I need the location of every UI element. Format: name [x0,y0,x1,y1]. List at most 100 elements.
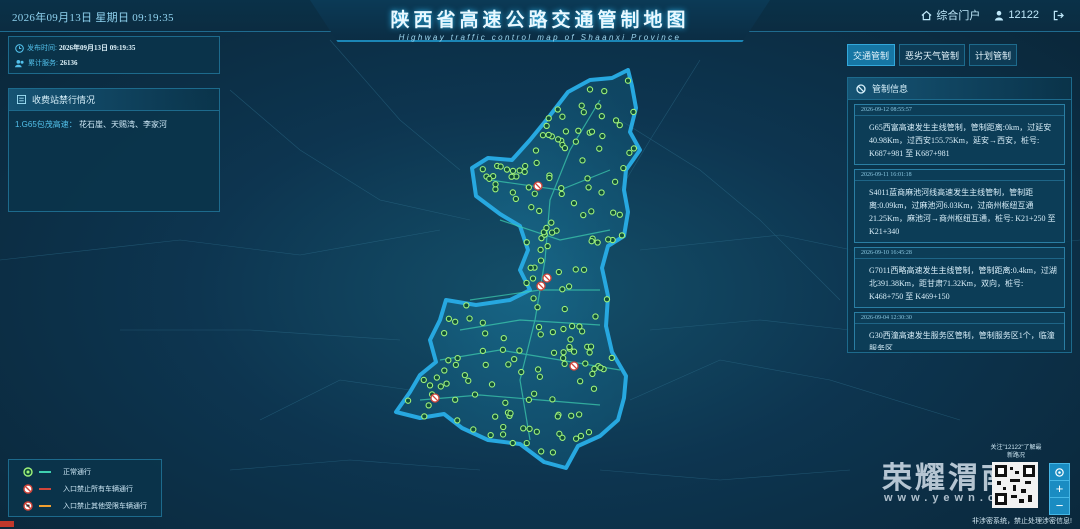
tab-traffic-control[interactable]: 交通管制 [847,44,896,66]
station-marker[interactable] [461,372,469,379]
station-marker[interactable] [624,77,632,84]
station-marker[interactable] [566,343,573,351]
station-marker[interactable] [618,232,626,239]
station-marker[interactable] [533,159,540,167]
station-marker[interactable] [584,175,591,182]
station-marker[interactable] [539,132,547,139]
station-marker[interactable] [559,286,566,293]
station-marker[interactable] [601,87,608,95]
station-marker[interactable] [463,302,470,309]
station-marker[interactable] [605,236,612,243]
station-marker[interactable] [488,381,496,388]
station-marker[interactable] [518,368,525,376]
station-marker[interactable] [503,166,511,173]
station-marker[interactable] [596,145,603,152]
station-marker[interactable] [543,224,550,232]
station-marker[interactable] [562,128,570,135]
station-marker[interactable] [528,204,535,211]
station-marker[interactable] [616,211,623,218]
station-marker[interactable] [572,435,580,442]
station-marker[interactable] [568,322,576,330]
station-marker[interactable] [598,113,605,120]
station-marker[interactable] [535,323,543,331]
logout-button[interactable] [1053,10,1068,21]
station-marker[interactable] [588,238,595,245]
station-marker[interactable] [626,149,633,156]
station-marker[interactable] [588,128,596,135]
station-marker[interactable] [548,219,555,226]
station-marker[interactable] [611,178,619,185]
station-marker[interactable] [471,391,479,398]
station-marker[interactable] [445,357,452,364]
station-marker[interactable] [531,190,538,197]
station-marker[interactable] [492,181,499,188]
station-marker[interactable] [608,354,615,362]
station-marker[interactable] [595,103,602,110]
station-marker[interactable] [500,423,507,431]
station-marker[interactable] [549,449,557,456]
station-marker[interactable] [534,366,542,373]
control-notice[interactable]: 2026-09-04 12:30:30 G30西潼高速发生服务区管制，管制服务区… [854,312,1065,350]
station-marker[interactable] [570,200,578,207]
tab-weather-control[interactable]: 恶劣天气管制 [899,44,966,66]
station-marker[interactable] [481,330,489,337]
station-marker[interactable] [590,385,598,392]
station-marker[interactable] [558,190,565,198]
station-marker[interactable] [580,211,587,219]
station-marker[interactable] [512,195,520,203]
banned-station-marker[interactable] [430,393,440,403]
banned-station-marker[interactable] [533,181,543,191]
station-marker[interactable] [492,413,499,420]
station-marker[interactable] [597,364,604,371]
station-marker[interactable] [588,208,595,215]
station-marker[interactable] [599,132,606,140]
station-marker[interactable] [559,354,567,362]
station-marker[interactable] [620,164,627,172]
station-marker[interactable] [530,390,538,397]
station-marker[interactable] [543,122,550,130]
station-marker[interactable] [549,328,557,336]
station-marker[interactable] [580,109,587,116]
station-marker[interactable] [580,266,588,273]
station-marker[interactable] [530,295,537,302]
station-marker[interactable] [582,360,589,367]
station-marker[interactable] [509,439,516,447]
station-marker[interactable] [487,431,494,439]
control-notice-list[interactable]: 2026-09-12 08:55:57 G65西富高速发生主线管制，管制距离:0… [848,100,1071,350]
station-marker[interactable] [550,349,558,356]
station-marker[interactable] [572,266,579,273]
banned-station-marker[interactable] [542,273,552,283]
station-marker[interactable] [575,411,583,418]
station-marker[interactable] [545,131,552,139]
station-marker[interactable] [561,144,569,152]
station-marker[interactable] [561,305,568,313]
station-marker[interactable] [466,315,473,322]
station-marker[interactable] [555,268,563,276]
station-marker[interactable] [587,343,595,350]
station-marker[interactable] [545,115,552,122]
station-marker[interactable] [508,173,515,180]
portal-link[interactable]: 综合门户 [921,7,980,23]
station-marker[interactable] [433,374,441,381]
station-marker[interactable] [598,189,605,196]
station-marker[interactable] [437,383,444,390]
station-marker[interactable] [404,397,412,404]
control-notice[interactable]: 2026-09-11 16:01:18 S4011蓝商麻池河线高速发生主线管制，… [854,169,1065,243]
hotline-link[interactable]: 12122 [994,9,1039,21]
station-marker[interactable] [630,145,638,152]
station-marker[interactable] [549,396,556,403]
station-marker[interactable] [578,102,585,109]
locate-button[interactable] [1049,463,1070,481]
station-marker[interactable] [479,319,486,326]
banned-station-marker[interactable] [536,281,546,291]
station-marker[interactable] [575,127,582,134]
qr-code[interactable] [992,462,1038,508]
station-marker[interactable] [452,396,459,403]
station-marker[interactable] [529,275,537,282]
station-marker[interactable] [440,330,448,337]
station-marker[interactable] [576,323,583,330]
station-marker[interactable] [509,189,516,196]
station-marker[interactable] [546,174,553,182]
station-marker[interactable] [532,147,540,154]
station-marker[interactable] [523,239,530,246]
